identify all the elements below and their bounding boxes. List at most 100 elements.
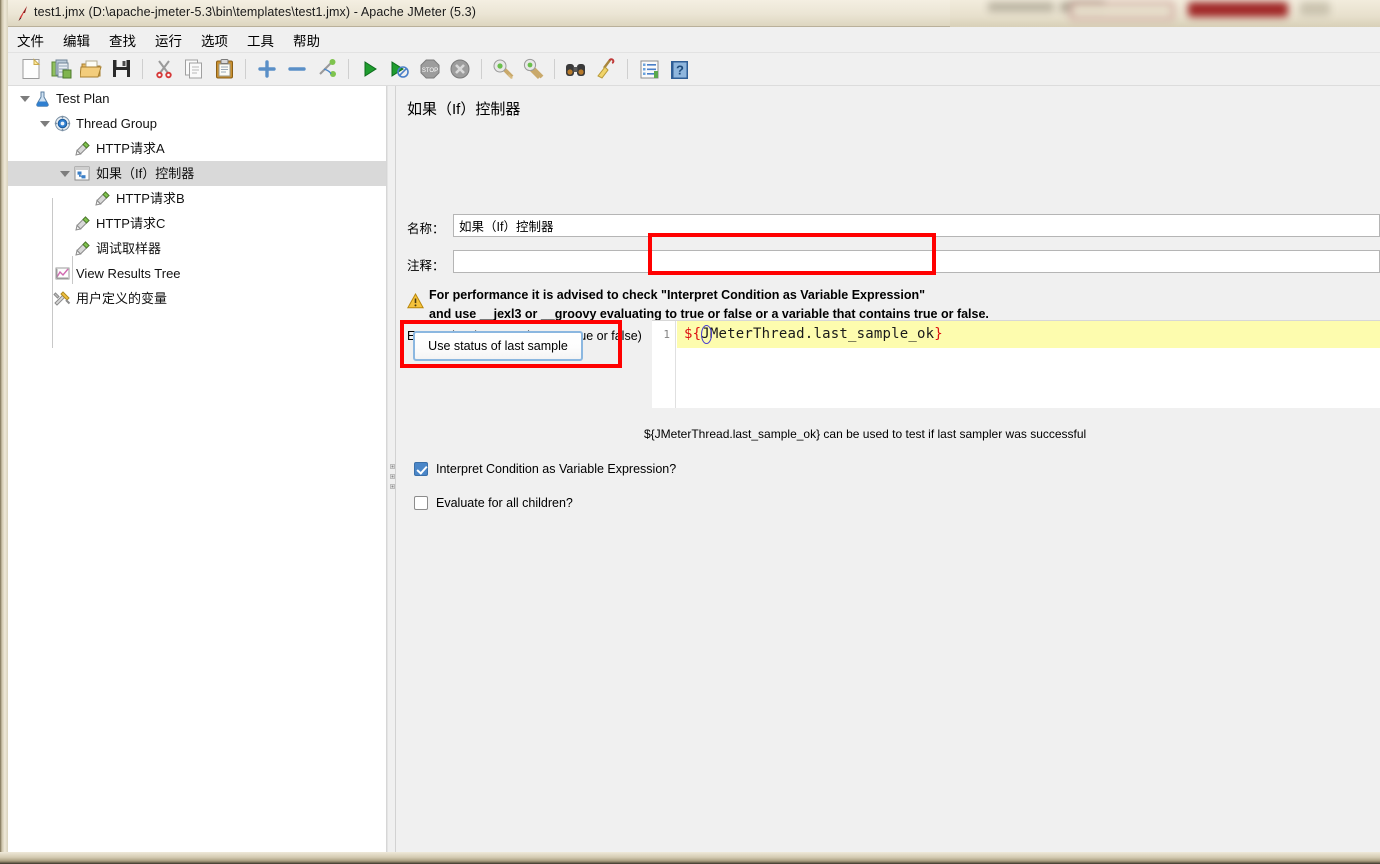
comment-label: 注释： xyxy=(407,259,445,273)
toolbar-new[interactable] xyxy=(16,55,46,83)
warning-message: For performance it is advised to check "… xyxy=(429,286,989,324)
open-folder-icon xyxy=(79,60,102,78)
menu-help[interactable]: 帮助 xyxy=(284,28,329,52)
interpret-condition-checkbox-row[interactable]: Interpret Condition as Variable Expressi… xyxy=(414,462,676,476)
tree-label: HTTP请求C xyxy=(96,215,166,231)
cut-scissors-icon xyxy=(155,60,172,79)
templates-icon xyxy=(51,59,71,79)
toolbar-paste[interactable] xyxy=(209,55,239,83)
expression-hint: ${JMeterThread.last_sample_ok} can be us… xyxy=(644,427,1087,441)
line-number: 1 xyxy=(663,328,670,341)
use-status-of-last-sample-button[interactable]: Use status of last sample xyxy=(413,331,583,361)
tree-node-http-request-b[interactable]: HTTP请求B xyxy=(8,186,386,211)
broom-icon xyxy=(597,58,615,79)
expression-prefix: ${ xyxy=(684,326,702,342)
panel-splitter[interactable] xyxy=(387,86,396,852)
if-controller-editor: 如果（If）控制器 名称： 注释： For performance it is … xyxy=(396,86,1380,852)
expression-suffix: } xyxy=(934,326,943,342)
tree-label: Test Plan xyxy=(56,90,110,106)
tree-node-debug-sampler[interactable]: 调试取样器 xyxy=(8,236,386,261)
toolbar-templates[interactable] xyxy=(46,55,76,83)
tree-label: Thread Group xyxy=(76,115,157,131)
toolbar-clear-all[interactable] xyxy=(518,55,548,83)
toolbar-clear[interactable] xyxy=(488,55,518,83)
tree-node-view-results-tree[interactable]: View Results Tree xyxy=(8,261,386,286)
clear-icon xyxy=(493,59,513,79)
menu-run[interactable]: 运行 xyxy=(146,28,191,52)
toolbar-function-helper[interactable] xyxy=(634,55,664,83)
toolbar-search[interactable] xyxy=(561,55,591,83)
results-tree-icon xyxy=(53,265,71,283)
chevron-down-icon[interactable] xyxy=(37,116,53,132)
toolbar-collapse-all[interactable] xyxy=(282,55,312,83)
evaluate-all-children-checkbox[interactable] xyxy=(414,496,428,510)
interpret-condition-checkbox[interactable] xyxy=(414,462,428,476)
test-plan-tree[interactable]: Test Plan Thread Group HTTP请求A 如果（If）控制器… xyxy=(8,86,387,852)
thread-group-icon xyxy=(53,115,71,133)
toggle-icon xyxy=(319,59,336,77)
window-border-left xyxy=(0,0,8,864)
toolbar-open[interactable] xyxy=(76,55,106,83)
expression-body: JMeterThread.last_sample_ok xyxy=(701,326,935,342)
toolbar-separator-1 xyxy=(142,59,143,79)
menu-file[interactable]: 文件 xyxy=(8,28,53,52)
new-document-icon xyxy=(22,58,40,79)
toolbar-start-no-pauses[interactable] xyxy=(385,55,415,83)
comment-input[interactable] xyxy=(453,250,1380,273)
help-book-icon: ? xyxy=(670,60,688,79)
http-sampler-icon xyxy=(93,190,111,208)
menu-options[interactable]: 选项 xyxy=(192,28,237,52)
minus-icon xyxy=(288,67,306,71)
http-sampler-icon xyxy=(73,240,91,258)
toolbar-separator-6 xyxy=(627,59,628,79)
svg-text:STOP: STOP xyxy=(422,68,438,74)
tree-node-test-plan[interactable]: Test Plan xyxy=(8,86,386,111)
tree-label: 如果（If）控制器 xyxy=(96,165,195,181)
toolbar-help[interactable]: ? xyxy=(664,55,694,83)
tree-node-http-request-c[interactable]: HTTP请求C xyxy=(8,211,386,236)
tree-node-user-defined-variables[interactable]: 用户定义的变量 xyxy=(8,286,386,311)
toolbar-reset-search[interactable] xyxy=(591,55,621,83)
jmeter-feather-icon xyxy=(18,6,27,21)
evaluate-all-children-label: Evaluate for all children? xyxy=(436,496,573,510)
expression-editor[interactable]: 1 ${JMeterThread.last_sample_ok} xyxy=(652,320,1380,408)
toolbar-separator-4 xyxy=(481,59,482,79)
chevron-down-icon[interactable] xyxy=(57,166,73,182)
tree-node-http-request-a[interactable]: HTTP请求A xyxy=(8,136,386,161)
toolbar-copy[interactable] xyxy=(179,55,209,83)
plus-icon xyxy=(258,60,276,78)
name-label: 名称： xyxy=(407,222,445,236)
toolbar-separator-3 xyxy=(348,59,349,79)
menu-edit[interactable]: 编辑 xyxy=(54,28,99,52)
warning-line-1: For performance it is advised to check "… xyxy=(429,288,926,302)
menu-tools[interactable]: 工具 xyxy=(238,28,283,52)
expression-code[interactable]: ${JMeterThread.last_sample_ok} xyxy=(684,326,943,342)
test-plan-icon xyxy=(33,90,51,108)
tree-label: 用户定义的变量 xyxy=(76,290,168,306)
http-sampler-icon xyxy=(73,140,91,158)
tree-label: HTTP请求A xyxy=(96,140,165,156)
stop-icon: STOP xyxy=(420,59,440,79)
brace-match-highlight xyxy=(701,325,712,344)
tree-node-thread-group[interactable]: Thread Group xyxy=(8,111,386,136)
toolbar-expand-all[interactable] xyxy=(252,55,282,83)
chevron-down-icon[interactable] xyxy=(17,91,33,107)
toolbar-stop[interactable]: STOP xyxy=(415,55,445,83)
tree-node-if-controller[interactable]: 如果（If）控制器 xyxy=(8,161,386,186)
toolbar-cut[interactable] xyxy=(149,55,179,83)
evaluate-all-children-checkbox-row[interactable]: Evaluate for all children? xyxy=(414,496,573,510)
binoculars-icon xyxy=(566,64,585,76)
obscured-window-controls xyxy=(950,0,1380,27)
warning-line-2: and use __jexl3 or __groovy evaluating t… xyxy=(429,307,989,321)
save-floppy-icon xyxy=(112,60,130,77)
toolbar-save[interactable] xyxy=(106,55,136,83)
shutdown-icon xyxy=(450,59,470,79)
user-variables-icon xyxy=(53,290,71,308)
toolbar-separator-5 xyxy=(554,59,555,79)
menu-search[interactable]: 查找 xyxy=(100,28,145,52)
svg-text:?: ? xyxy=(676,62,684,77)
name-input[interactable] xyxy=(453,214,1380,237)
toolbar-shutdown[interactable] xyxy=(445,55,475,83)
toolbar-start[interactable] xyxy=(355,55,385,83)
toolbar-toggle[interactable] xyxy=(312,55,342,83)
